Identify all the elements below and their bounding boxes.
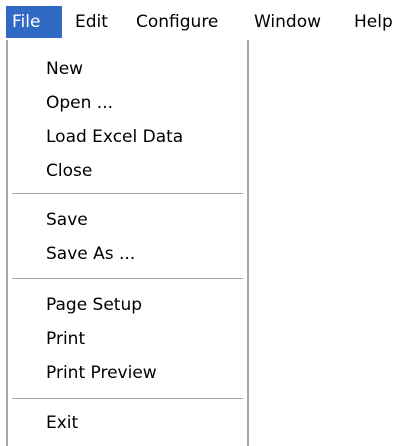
- menu-bar: File Edit Configure Window Help: [0, 0, 418, 44]
- menu-item-print[interactable]: Print: [8, 322, 247, 356]
- menu-item-save[interactable]: Save: [8, 203, 247, 237]
- menu-help[interactable]: Help: [348, 6, 402, 38]
- menu-separator: [12, 193, 243, 195]
- file-menu-dropdown: New Open ... Load Excel Data Close Save …: [6, 40, 249, 446]
- menu-item-open[interactable]: Open ...: [8, 86, 247, 120]
- menu-item-save-as[interactable]: Save As ...: [8, 237, 247, 271]
- menu-item-load-excel-data[interactable]: Load Excel Data: [8, 120, 247, 154]
- menu-item-exit[interactable]: Exit: [8, 406, 247, 440]
- menu-file[interactable]: File: [6, 6, 62, 38]
- menu-edit[interactable]: Edit: [69, 6, 121, 38]
- menu-item-print-preview[interactable]: Print Preview: [8, 356, 247, 390]
- menu-item-new[interactable]: New: [8, 52, 247, 86]
- menu-item-page-setup[interactable]: Page Setup: [8, 288, 247, 322]
- menu-window[interactable]: Window: [248, 6, 344, 38]
- menu-separator: [12, 398, 243, 400]
- menu-separator: [12, 278, 243, 280]
- menu-item-close[interactable]: Close: [8, 154, 247, 188]
- menu-configure[interactable]: Configure: [130, 6, 242, 38]
